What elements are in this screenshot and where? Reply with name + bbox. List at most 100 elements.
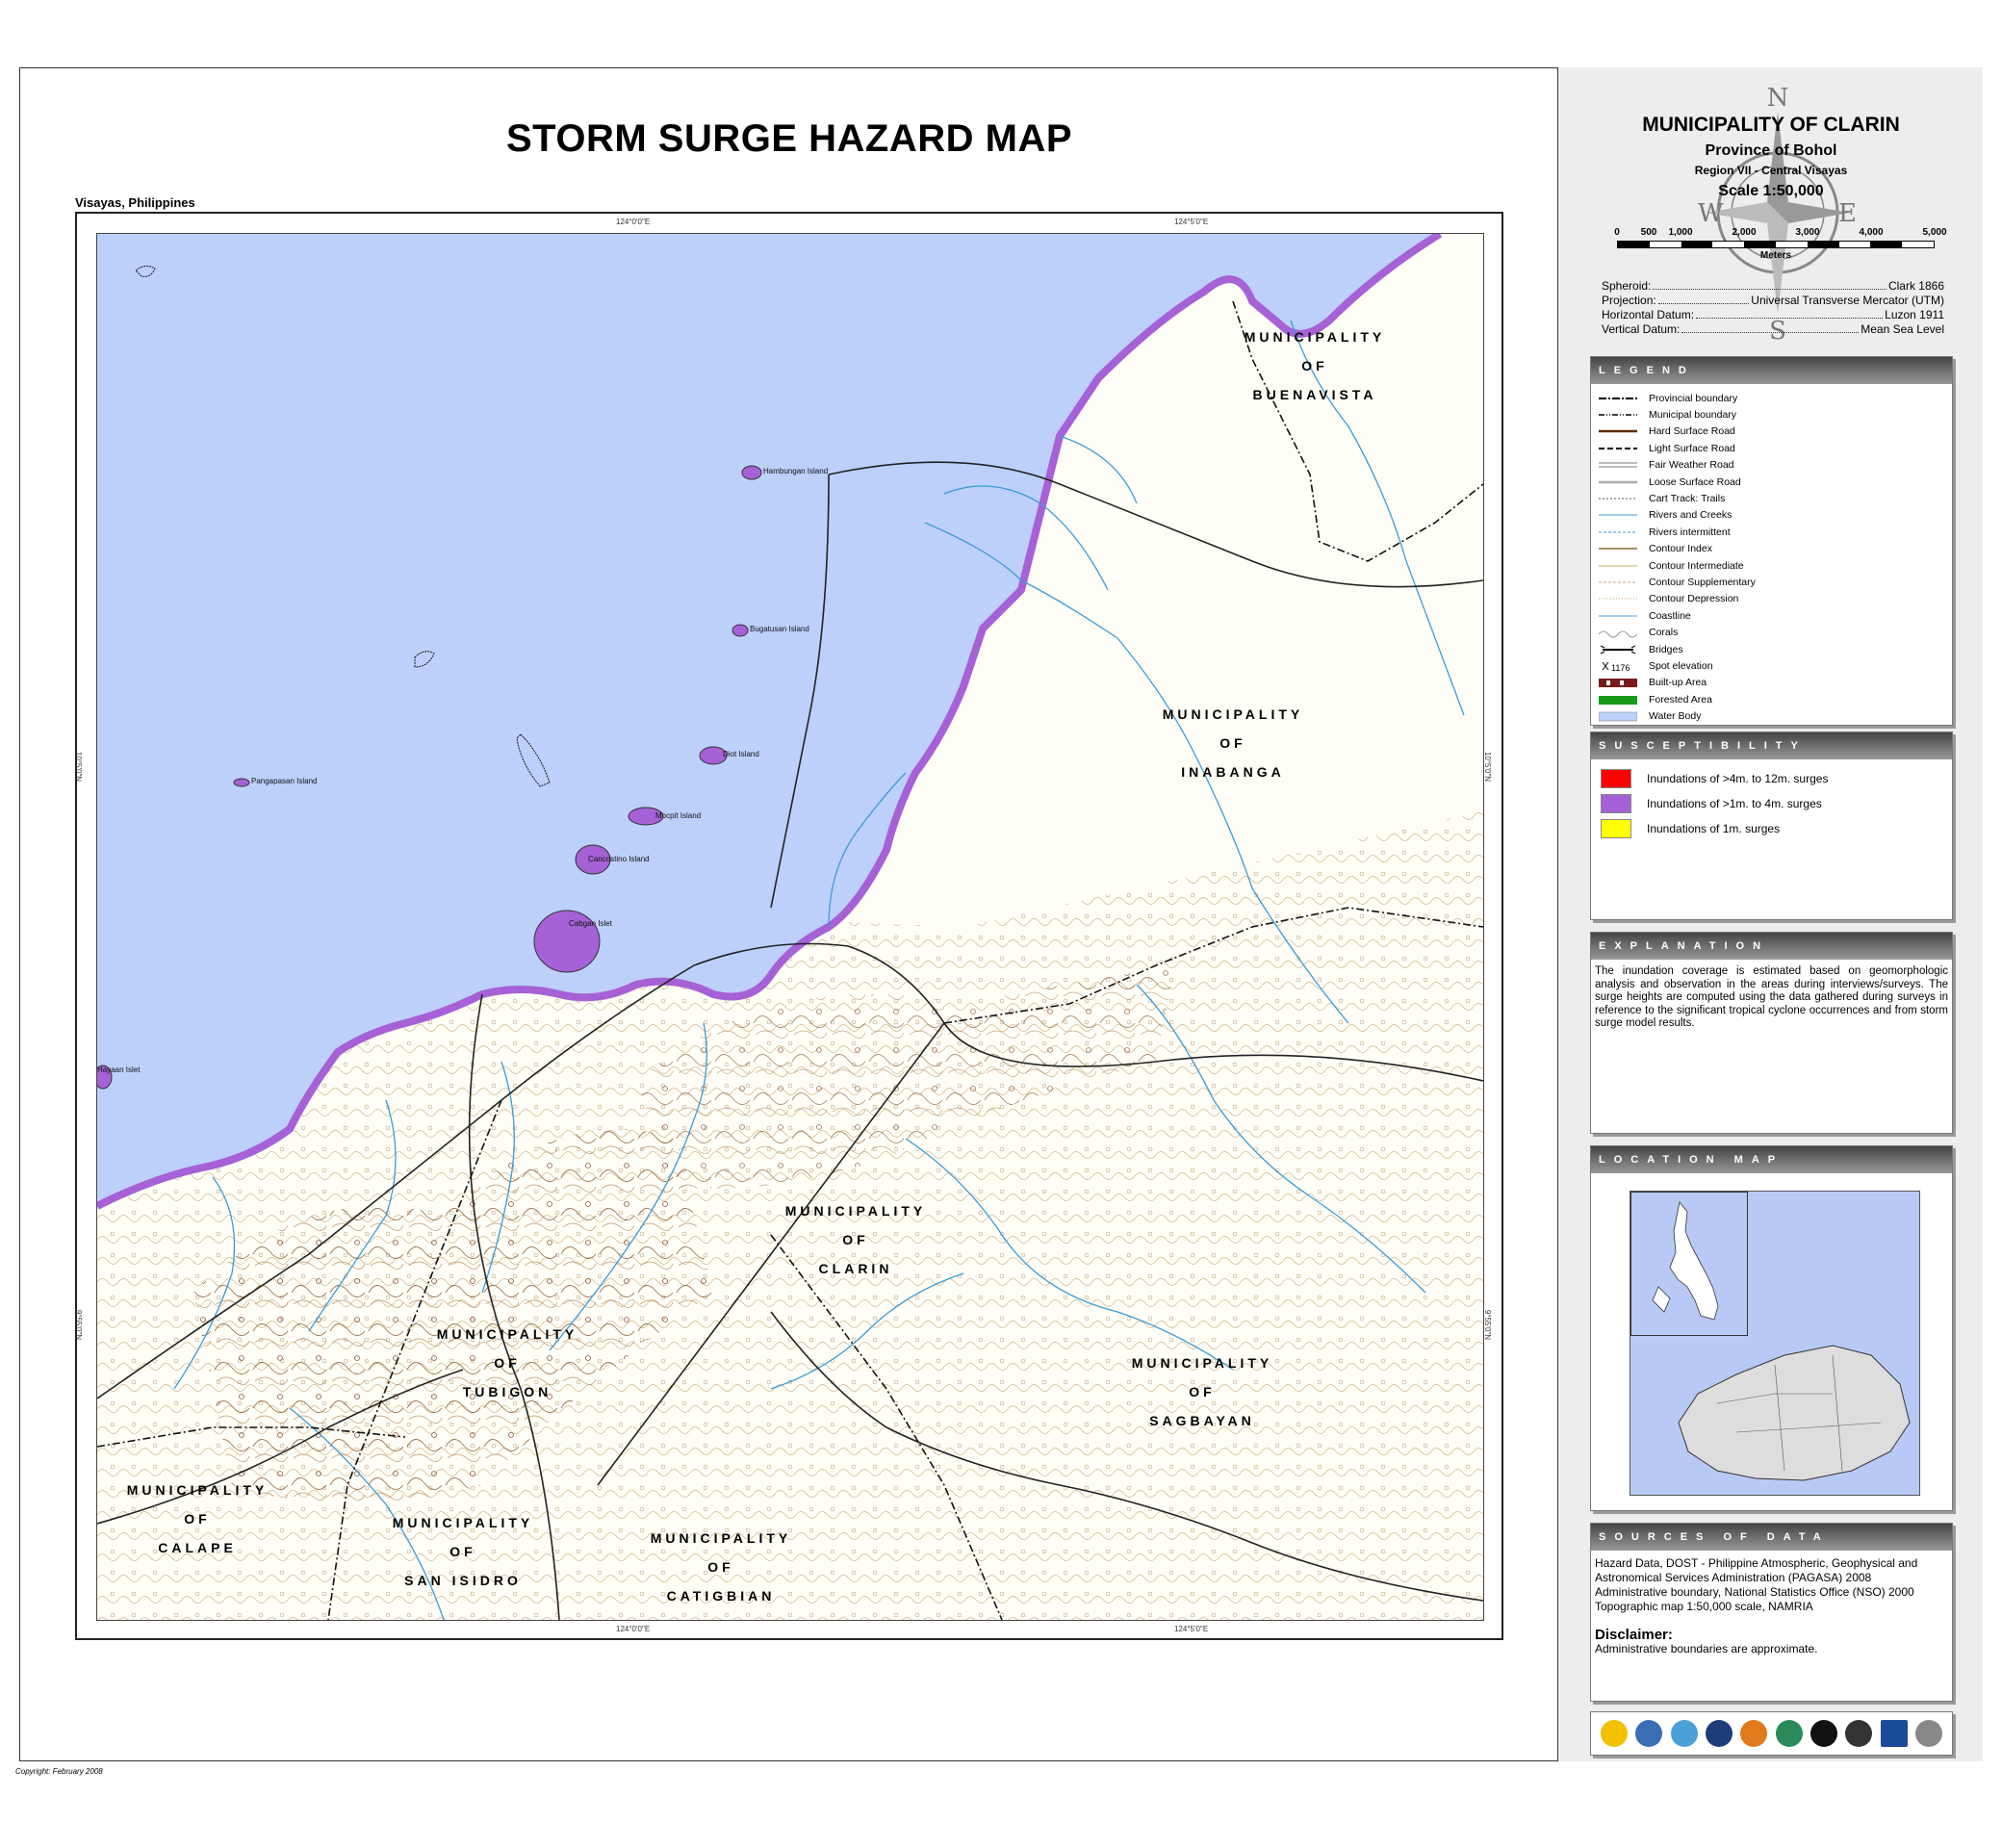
legend-label: Cart Track: Trails	[1649, 493, 1726, 505]
legend-item: 1176 Spot elevation	[1599, 657, 1944, 674]
legend-label: Municipal boundary	[1649, 409, 1737, 422]
logo-icon	[1914, 1720, 1942, 1747]
susceptibility-swatch	[1601, 769, 1631, 788]
logo-icon	[1845, 1720, 1873, 1747]
legend-symbol: 1176	[1602, 661, 1630, 672]
location-map-title: LOCATION MAP	[1591, 1146, 1952, 1173]
scale-tick: 2,000	[1732, 227, 1757, 238]
geo-label: Horizontal Datum:	[1602, 308, 1695, 321]
label-cancostino: Cancostino Island	[588, 855, 650, 863]
susceptibility-swatch	[1601, 819, 1631, 838]
municipality-clarin: MUNICIPALITY OF CLARIN	[784, 1203, 927, 1276]
municipality-sagbayan: MUNICIPALITY OF SAGBAYAN	[1131, 1355, 1273, 1428]
source-line: Topographic map 1:50,000 scale, NAMRIA	[1595, 1600, 1813, 1613]
legend-label: Light Surface Road	[1649, 442, 1735, 454]
geodetic-info: Spheroid: Clark 1866 Projection: Universal…	[1602, 279, 1944, 337]
legend-label: Contour Intermediate	[1649, 559, 1744, 572]
legend-item: Hard Surface Road	[1599, 424, 1944, 440]
legend-item: Cart Track: Trails	[1599, 490, 1944, 506]
legend-label: Corals	[1649, 627, 1679, 639]
logo-icon	[1810, 1720, 1837, 1747]
municipality-title: MUNICIPALITY OF CLARIN	[1642, 114, 1900, 136]
legend-symbol	[1599, 397, 1637, 399]
legend-item: Contour Intermediate	[1599, 557, 1944, 574]
susceptibility-swatch	[1601, 794, 1631, 813]
island-bugatusan	[732, 624, 749, 637]
legend-symbol	[1599, 430, 1637, 433]
susceptibility-item: Inundations of >1m. to 4m. surges	[1601, 792, 1942, 815]
label-hambungan: Hambungan Island	[763, 467, 829, 475]
logo-icon	[1670, 1720, 1698, 1747]
geo-value: Luzon 1911	[1885, 308, 1944, 321]
grid-label-left-low: 9°55'0"N	[74, 1309, 84, 1341]
legend-label: Provincial boundary	[1649, 392, 1738, 404]
label-bugatusan: Bugatusan Island	[750, 625, 809, 633]
scale-tick: 500	[1640, 227, 1657, 238]
legend-symbol	[1599, 531, 1637, 533]
disclaimer-title: Disclaimer:	[1595, 1627, 1673, 1643]
explanation-title: EXPLANATION	[1591, 933, 1952, 960]
logo-icon	[1635, 1720, 1663, 1747]
legend-symbol	[1599, 679, 1637, 688]
legend-label: Built-up Area	[1649, 677, 1707, 689]
legend-item: Loose Surface Road	[1599, 474, 1944, 490]
geo-value: Mean Sea Level	[1861, 322, 1944, 336]
legend-title: LEGEND	[1591, 357, 1952, 384]
legend-item: Provincial boundary	[1599, 390, 1944, 406]
susceptibility-box: SUSCEPTIBILITY Inundations of >4m. to 12…	[1590, 732, 1953, 920]
legend-symbol	[1599, 548, 1637, 550]
legend-item: Contour Supplementary	[1599, 574, 1944, 590]
island-pangapasan	[233, 778, 250, 787]
legend-label: Spot elevation	[1649, 659, 1713, 672]
map-frame: 124°0'0"E 124°5'0"E 124°0'0"E 124°5'0"E …	[74, 212, 1503, 1640]
explanation-box: EXPLANATION The inundation coverage is e…	[1590, 932, 1953, 1134]
scale-units: Meters	[1759, 250, 1792, 261]
scale-bar: 0 500 1,000 2,000 3,000 4,000 5,000 Mete…	[1614, 227, 1946, 261]
legend-item: Forested Area	[1599, 691, 1944, 707]
bohol-outline	[1678, 1345, 1911, 1481]
scale-tick: 0	[1614, 227, 1620, 238]
susceptibility-item: Inundations of 1m. surges	[1601, 817, 1942, 840]
legend-symbol	[1599, 565, 1637, 567]
legend-label: Bridges	[1649, 643, 1683, 655]
logo-icon	[1740, 1720, 1768, 1747]
legend-symbol	[1599, 615, 1637, 617]
grid-label-left-mid: 10°5'0"N	[74, 751, 84, 783]
legend-label: Contour Depression	[1649, 593, 1739, 605]
compass-w: W	[1698, 199, 1724, 228]
scale-tick: 5,000	[1922, 227, 1947, 238]
explanation-text: The inundation coverage is estimated bas…	[1595, 965, 1948, 1029]
legend-symbol	[1599, 414, 1637, 416]
label-cabgan: Cabgan Islet	[569, 919, 612, 928]
logos-box	[1590, 1711, 1953, 1756]
disclaimer-text: Administrative boundaries are approximat…	[1595, 1642, 1818, 1656]
source-line: Administrative boundary, National Statis…	[1595, 1585, 1914, 1599]
municipality-inabanga: MUNICIPALITY OF INABANGA	[1162, 706, 1304, 780]
legend-label: Loose Surface Road	[1649, 475, 1741, 488]
grid-label-top-right: 124°5'0"E	[1174, 218, 1209, 226]
legend-label: Forested Area	[1649, 693, 1712, 706]
legend-symbol	[1599, 598, 1637, 600]
legend-symbol	[1599, 447, 1637, 449]
legend-item: Corals	[1599, 624, 1944, 640]
geo-value: Clark 1866	[1887, 279, 1944, 293]
map-canvas[interactable]: Hambungan Island Bugatusan Island Pangap…	[96, 233, 1484, 1621]
copyright: Copyright: February 2008	[15, 1767, 103, 1776]
legend-symbol	[1600, 645, 1636, 654]
grid-label-top-left: 124°0'0"E	[616, 218, 651, 226]
legend-symbol	[1599, 581, 1637, 583]
legend-item: Contour Depression	[1599, 591, 1944, 607]
municipality-san-isidro: MUNICIPALITY OF SAN ISIDRO	[392, 1515, 534, 1588]
legend-label: Hard Surface Road	[1649, 425, 1735, 438]
susceptibility-title: SUSCEPTIBILITY	[1591, 732, 1952, 759]
sources-box: SOURCES OF DATA Hazard Data, DOST - Phil…	[1590, 1523, 1953, 1702]
municipality-calape: MUNICIPALITY OF CALAPE	[126, 1482, 269, 1555]
legend-label: Rivers intermittent	[1649, 526, 1731, 538]
grid-label-right-low: 9°55'0"N	[1483, 1309, 1493, 1341]
grid-label-bottom-left: 124°0'0"E	[616, 1625, 651, 1633]
legend-symbol	[1599, 514, 1637, 516]
geo-value: Universal Transverse Mercator (UTM)	[1751, 294, 1944, 307]
philippines-inset	[1630, 1192, 1748, 1336]
province-label: Province of Bohol	[1705, 142, 1837, 159]
label-hayaan: Hayaan Islet	[97, 1065, 141, 1074]
